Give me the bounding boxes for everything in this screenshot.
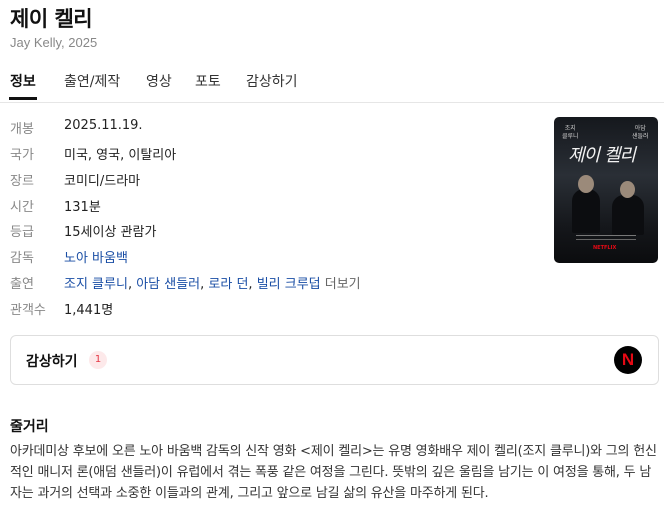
poster-actor-left: 조지 클루니 <box>562 125 579 140</box>
synopsis-text: 아카데미상 후보에 오른 노아 바움백 감독의 신작 영화 <제이 켈리>는 유… <box>10 444 657 501</box>
tab-bar: 정보 출연/제작 영상 포토 감상하기 <box>0 66 664 103</box>
cast-separator: , <box>127 277 137 292</box>
tab-videos[interactable]: 영상 <box>146 71 172 91</box>
director-link[interactable]: 노아 바움백 <box>64 247 128 266</box>
info-value-audience: 1,441명 <box>64 303 114 318</box>
info-value-genre: 코미디/드라마 <box>64 174 141 189</box>
page-subtitle: Jay Kelly, 2025 <box>10 35 98 50</box>
info-label: 등급 <box>10 225 34 240</box>
poster-figure <box>612 195 644 235</box>
info-label: 출연 <box>10 277 34 292</box>
poster-credits <box>576 235 636 236</box>
tab-watch[interactable]: 감상하기 <box>246 71 298 91</box>
info-label: 개봉 <box>10 122 34 137</box>
watch-label: 감상하기 <box>26 354 78 370</box>
cast-more-link[interactable]: 더보기 <box>325 277 361 292</box>
tab-cast-crew[interactable]: 출연/제작 <box>64 71 120 91</box>
info-label: 국가 <box>10 148 34 163</box>
cast-separator: , <box>248 277 257 292</box>
poster-credits <box>576 239 636 240</box>
info-value-runtime: 131분 <box>64 200 101 215</box>
netflix-icon[interactable]: N <box>614 346 642 374</box>
poster-title: 제이 켈리 <box>568 145 636 166</box>
info-label: 관객수 <box>10 303 46 318</box>
info-value-rating: 15세이상 관람가 <box>64 225 157 240</box>
synopsis-heading: 줄거리 <box>10 419 49 435</box>
cast-link[interactable]: 아담 샌들러 <box>136 277 200 292</box>
page-title: 제이 켈리 <box>10 7 93 31</box>
poster-actor-right: 아담 샌들러 <box>632 125 649 140</box>
info-value-country: 미국, 영국, 이탈리아 <box>64 148 177 163</box>
tab-photos[interactable]: 포토 <box>195 71 221 91</box>
poster-netflix-badge: NETFLIX <box>593 245 617 251</box>
tab-info[interactable]: 정보 <box>9 71 37 100</box>
poster-face <box>578 175 594 193</box>
cast-link[interactable]: 빌리 크루덥 <box>257 277 321 292</box>
watch-section: 감상하기 1 N <box>10 335 659 385</box>
movie-poster[interactable]: 조지 클루니 아담 샌들러 제이 켈리 NETFLIX <box>554 117 658 263</box>
poster-face <box>620 181 635 198</box>
info-label: 감독 <box>10 251 34 266</box>
cast-link[interactable]: 로라 던 <box>208 277 248 292</box>
cast-link[interactable]: 조지 클루니 <box>64 277 128 292</box>
info-label: 시간 <box>10 200 34 215</box>
info-label: 장르 <box>10 174 34 189</box>
cast-list: 조지 클루니, 아담 샌들러, 로라 던, 빌리 크루덥 더보기 <box>64 273 361 292</box>
info-value-release: 2025.11.19. <box>64 118 143 133</box>
watch-count-badge: 1 <box>89 351 107 369</box>
poster-figure <box>572 189 600 233</box>
